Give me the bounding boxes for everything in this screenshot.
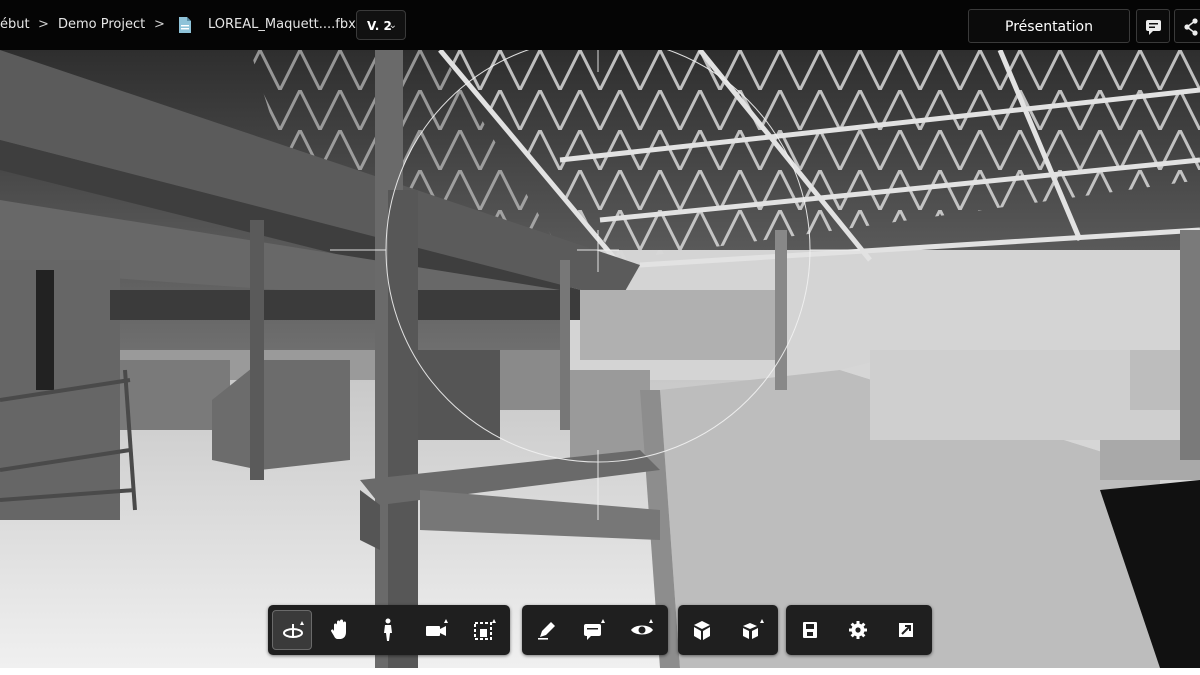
explode-button[interactable] <box>732 610 772 650</box>
fullscreen-icon <box>899 623 913 637</box>
share-icon <box>1184 18 1198 36</box>
breadcrumb-separator: > <box>38 17 49 32</box>
person-walk-icon <box>384 618 392 641</box>
section-box-button[interactable] <box>464 610 504 650</box>
eye-icon <box>631 619 653 635</box>
hand-pan-icon <box>330 619 346 639</box>
model-view-button[interactable] <box>682 610 722 650</box>
cube-explode-icon <box>743 619 764 639</box>
version-dropdown[interactable]: V. 2 ⌄ <box>356 10 406 40</box>
annotate-button[interactable] <box>526 610 566 650</box>
file-icon <box>179 17 191 33</box>
breadcrumb-project[interactable]: Demo Project <box>58 0 145 50</box>
save-view-button[interactable] <box>790 610 830 650</box>
gear-icon <box>849 621 867 639</box>
settings-button[interactable] <box>838 610 878 650</box>
navigation-tools-group <box>268 605 510 655</box>
walk-button[interactable] <box>368 610 408 650</box>
fullscreen-button[interactable] <box>886 610 926 650</box>
share-button[interactable] <box>1174 9 1200 43</box>
breadcrumb-file[interactable]: LOREAL_Maquett....fbx <box>208 0 356 50</box>
3d-viewport[interactable] <box>0 50 1200 668</box>
settings-tools-group <box>786 605 932 655</box>
comment-tool-button[interactable] <box>574 610 614 650</box>
visibility-button[interactable] <box>622 610 662 650</box>
chevron-down-icon: ⌄ <box>388 20 397 31</box>
comment-icon <box>584 619 605 640</box>
comment-icon <box>1146 20 1161 35</box>
breadcrumb-root[interactable]: ébut <box>0 0 30 50</box>
pan-button[interactable] <box>320 610 360 650</box>
comment-button[interactable] <box>1136 9 1170 43</box>
save-icon <box>803 622 817 638</box>
warehouse-3d-scene <box>0 50 1200 668</box>
presentation-button[interactable]: Présentation <box>968 9 1130 43</box>
orbit-icon <box>283 621 304 638</box>
cube-icon <box>694 621 710 640</box>
section-box-icon <box>474 619 496 640</box>
top-bar: ébut > Demo Project > LOREAL_Maquett....… <box>0 0 1200 50</box>
annotation-tools-group <box>522 605 668 655</box>
model-tools-group <box>678 605 778 655</box>
camera-icon <box>426 619 448 636</box>
pen-annotate-icon <box>538 622 555 640</box>
breadcrumb-separator: > <box>154 17 165 32</box>
camera-button[interactable] <box>416 610 456 650</box>
orbit-button[interactable] <box>272 610 312 650</box>
